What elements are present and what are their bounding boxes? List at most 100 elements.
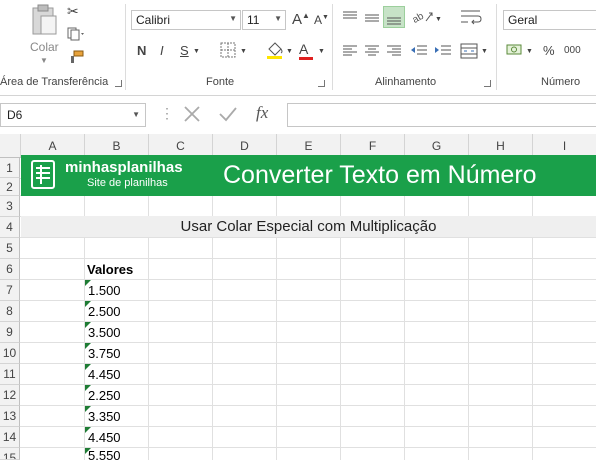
values-header-cell[interactable]: Valores xyxy=(87,262,133,277)
shrink-font-icon[interactable]: A▼ xyxy=(314,14,329,26)
chevron-down-icon: ▼ xyxy=(274,14,282,23)
format-painter-icon[interactable] xyxy=(68,50,84,66)
grid-line xyxy=(404,158,405,460)
grid-line xyxy=(20,405,596,406)
align-bottom-icon[interactable] xyxy=(383,6,405,28)
subtitle-text: Usar Colar Especial com Multiplicação xyxy=(180,218,437,235)
grid-line xyxy=(20,384,596,385)
formula-input[interactable] xyxy=(287,103,596,127)
ribbon: Colar ▼ ✂ Área de Transferência Calibri … xyxy=(0,0,596,96)
select-all-corner[interactable] xyxy=(0,134,21,158)
row-header-1[interactable]: 1 xyxy=(0,158,20,178)
borders-icon[interactable] xyxy=(220,42,236,60)
decrease-indent-icon[interactable] xyxy=(410,44,428,60)
chevron-down-icon[interactable]: ▼ xyxy=(40,57,48,65)
grid-line xyxy=(84,158,85,460)
font-name-select[interactable]: Calibri ▼ xyxy=(131,10,241,30)
row-header-3[interactable]: 3 xyxy=(0,196,20,217)
font-name-value: Calibri xyxy=(136,13,171,27)
row-header-8[interactable]: 8 xyxy=(0,301,20,322)
paste-button-label[interactable]: Colar xyxy=(30,41,59,53)
alignment-launcher-icon[interactable] xyxy=(484,80,491,87)
row-header-2[interactable]: 2 xyxy=(0,178,20,196)
wrap-text-icon[interactable] xyxy=(460,9,482,27)
grid-line xyxy=(20,321,596,322)
row-header-12[interactable]: 12 xyxy=(0,385,20,406)
value-cell[interactable]: 3.750 xyxy=(88,346,121,361)
grid-line xyxy=(20,363,596,364)
orientation-icon[interactable]: ab xyxy=(411,9,434,27)
align-center-icon[interactable] xyxy=(364,44,380,60)
thousands-button[interactable]: 000 xyxy=(564,46,581,56)
number-format-select[interactable]: Geral xyxy=(503,10,596,30)
chevron-down-icon[interactable]: ▼ xyxy=(240,48,247,55)
row-header-6[interactable]: 6 xyxy=(0,259,20,280)
value-cell[interactable]: 3.350 xyxy=(88,409,121,424)
cancel-icon[interactable] xyxy=(182,104,202,126)
spreadsheet-logo-icon xyxy=(31,160,57,195)
grid-line xyxy=(468,158,469,460)
merge-center-icon[interactable] xyxy=(460,43,478,61)
copy-icon[interactable] xyxy=(67,27,85,43)
value-cell[interactable]: 2.500 xyxy=(88,304,121,319)
chevron-down-icon[interactable]: ▼ xyxy=(193,48,200,55)
banner-title: Converter Texto em Número xyxy=(223,161,537,189)
chevron-down-icon[interactable]: ▼ xyxy=(435,16,442,23)
row-header-13[interactable]: 13 xyxy=(0,406,20,427)
row-header-4[interactable]: 4 xyxy=(0,217,20,238)
shrink-font-letter: A xyxy=(314,13,323,27)
underline-button[interactable]: S xyxy=(180,44,189,57)
title-banner: minhasplanilhas Site de planilhas Conver… xyxy=(21,155,596,196)
value-cell[interactable]: 1.500 xyxy=(88,283,121,298)
row-header-10[interactable]: 10 xyxy=(0,343,20,364)
align-top-icon[interactable] xyxy=(342,10,358,26)
value-cell[interactable]: 4.450 xyxy=(88,430,121,445)
align-right-icon[interactable] xyxy=(386,44,402,60)
insert-function-icon[interactable]: fx xyxy=(256,104,268,121)
value-cell[interactable]: 5.550 xyxy=(88,448,121,463)
grid-line xyxy=(20,237,596,238)
name-box[interactable]: D6 ▼ xyxy=(0,103,146,127)
chevron-down-icon[interactable]: ▼ xyxy=(286,48,293,55)
value-cell[interactable]: 4.450 xyxy=(88,367,121,382)
cut-icon[interactable]: ✂ xyxy=(67,4,79,18)
name-box-value: D6 xyxy=(7,108,23,122)
align-left-icon[interactable] xyxy=(342,44,358,60)
increase-indent-icon[interactable] xyxy=(434,44,452,60)
alignment-group-label: Alinhamento xyxy=(375,76,437,88)
font-color-icon[interactable]: A xyxy=(299,42,313,60)
spreadsheet-grid: A B C D E F G H I 1 2 3 4 5 6 7 8 9 10 1… xyxy=(0,134,596,463)
chevron-down-icon[interactable]: ▼ xyxy=(318,48,325,55)
row-header-11[interactable]: 11 xyxy=(0,364,20,385)
font-size-select[interactable]: 11 ▼ xyxy=(242,10,286,30)
grow-font-icon[interactable]: A▲ xyxy=(292,12,310,28)
row-header-9[interactable]: 9 xyxy=(0,322,20,343)
row-header-5[interactable]: 5 xyxy=(0,238,20,259)
value-cell[interactable]: 3.500 xyxy=(88,325,121,340)
chevron-down-icon[interactable]: ▼ xyxy=(132,110,140,119)
chevron-down-icon: ▼ xyxy=(229,14,237,23)
align-middle-icon[interactable] xyxy=(364,10,380,26)
value-cell[interactable]: 2.250 xyxy=(88,388,121,403)
grid-line xyxy=(20,342,596,343)
paste-icon[interactable] xyxy=(30,4,58,40)
font-launcher-icon[interactable] xyxy=(318,80,325,87)
grid-line xyxy=(532,158,533,460)
enter-icon[interactable] xyxy=(218,104,238,126)
percent-button[interactable]: % xyxy=(543,44,555,57)
logo-tagline: Site de planilhas xyxy=(87,177,168,189)
row-header-7[interactable]: 7 xyxy=(0,280,20,301)
row-header-15[interactable]: 15 xyxy=(0,448,20,460)
bold-button[interactable]: N xyxy=(137,44,146,57)
row-header-14[interactable]: 14 xyxy=(0,427,20,448)
italic-button[interactable]: I xyxy=(160,44,164,57)
chevron-down-icon[interactable]: ▼ xyxy=(526,48,533,55)
fill-color-icon[interactable] xyxy=(266,40,284,62)
chevron-down-icon[interactable]: ▼ xyxy=(481,48,488,55)
grid-line xyxy=(20,279,596,280)
logo-name: minhasplanilhas xyxy=(65,159,183,176)
currency-icon[interactable] xyxy=(506,42,524,60)
more-options-icon[interactable]: ⋮ xyxy=(160,106,174,120)
clipboard-launcher-icon[interactable] xyxy=(115,80,122,87)
font-size-value: 11 xyxy=(247,13,260,27)
